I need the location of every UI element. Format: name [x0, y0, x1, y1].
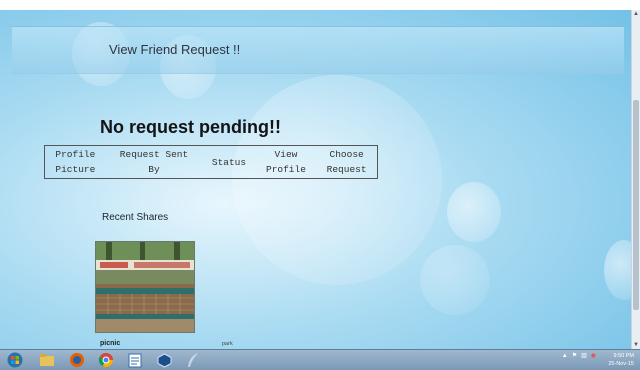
column-choose-request: Choose Request	[316, 146, 377, 179]
park-gate-photo	[96, 242, 194, 332]
page-title: View Friend Request !!	[109, 42, 241, 57]
column-label: Choose	[329, 149, 364, 160]
page-top-strip	[0, 0, 640, 10]
friend-request-table: Profile Picture Request Sent By Status V…	[44, 145, 378, 179]
feather-app-icon[interactable]	[182, 352, 204, 368]
table-header-row: Profile Picture Request Sent By Status V…	[45, 146, 378, 179]
column-label: Request	[326, 164, 367, 175]
clock-date: 25-Nov-15	[608, 361, 634, 367]
background-bubble	[232, 75, 442, 285]
column-label: Status	[211, 156, 247, 168]
volume-icon[interactable]: ◉	[591, 352, 596, 359]
vertical-scrollbar[interactable]: ▲ ▼	[631, 10, 640, 349]
recent-shares-title: Recent Shares	[102, 212, 169, 223]
flag-icon[interactable]: ⚑	[572, 352, 577, 359]
column-view-profile: View Profile	[256, 146, 317, 179]
windows-taskbar: ▲ ⚑ ▥ ◉ 9:50 PM 25-Nov-15	[0, 349, 640, 370]
network-icon[interactable]: ▥	[581, 352, 587, 359]
scroll-thumb[interactable]	[633, 100, 639, 310]
taskbar-clock[interactable]: 9:50 PM 25-Nov-15	[608, 352, 634, 368]
column-label: Profile	[266, 164, 306, 175]
share-caption: picnic	[100, 340, 121, 347]
windows-start-icon[interactable]	[4, 352, 26, 368]
scroll-down-icon[interactable]: ▼	[632, 341, 640, 349]
column-request-sent-by: Request Sent By	[106, 146, 203, 179]
tray-arrow-icon[interactable]: ▲	[562, 353, 568, 359]
column-label: View	[274, 149, 298, 160]
column-profile-picture: Profile Picture	[45, 146, 106, 179]
file-explorer-icon[interactable]	[36, 352, 58, 368]
virtualbox-icon[interactable]	[153, 352, 175, 368]
chrome-icon[interactable]	[95, 352, 117, 368]
share-subcaption: park	[222, 341, 233, 347]
notepad-icon[interactable]	[124, 352, 146, 368]
share-photo[interactable]	[95, 241, 195, 333]
column-status: Status	[202, 146, 255, 179]
column-label: By	[148, 164, 160, 175]
column-label: Profile	[55, 149, 96, 160]
header-band	[12, 26, 624, 74]
scroll-up-icon[interactable]: ▲	[632, 10, 640, 18]
clock-time: 9:50 PM	[613, 353, 634, 359]
column-label: Request Sent	[119, 149, 189, 160]
firefox-icon[interactable]	[66, 352, 88, 368]
system-tray: ▲ ⚑ ▥ ◉	[562, 352, 596, 360]
background-bubble	[447, 182, 501, 242]
column-label: Picture	[55, 164, 96, 175]
empty-state-message: No request pending!!	[100, 117, 281, 137]
background-bubble	[420, 245, 490, 315]
